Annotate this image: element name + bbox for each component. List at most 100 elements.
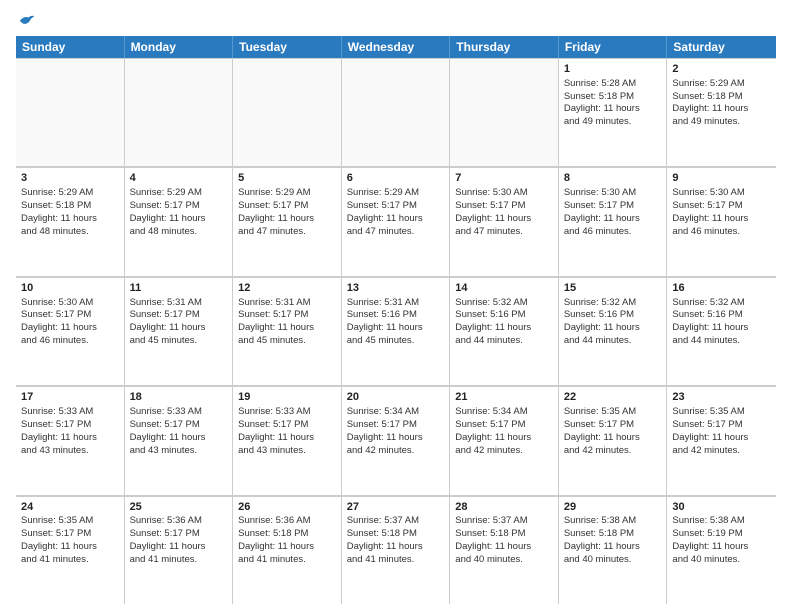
day-info: Sunrise: 5:31 AM Sunset: 5:17 PM Dayligh… — [238, 297, 336, 348]
day-info: Sunrise: 5:29 AM Sunset: 5:17 PM Dayligh… — [347, 187, 445, 238]
calendar-day-cell: 18Sunrise: 5:33 AM Sunset: 5:17 PM Dayli… — [125, 386, 234, 494]
calendar-day-cell: 8Sunrise: 5:30 AM Sunset: 5:17 PM Daylig… — [559, 167, 668, 275]
calendar-day-cell: 5Sunrise: 5:29 AM Sunset: 5:17 PM Daylig… — [233, 167, 342, 275]
day-info: Sunrise: 5:33 AM Sunset: 5:17 PM Dayligh… — [21, 406, 119, 457]
calendar-day-cell: 28Sunrise: 5:37 AM Sunset: 5:18 PM Dayli… — [450, 496, 559, 604]
calendar-day-cell: 23Sunrise: 5:35 AM Sunset: 5:17 PM Dayli… — [667, 386, 776, 494]
calendar-header-cell: Saturday — [667, 36, 776, 58]
calendar-day-cell: 11Sunrise: 5:31 AM Sunset: 5:17 PM Dayli… — [125, 277, 234, 385]
calendar-header-cell: Wednesday — [342, 36, 451, 58]
day-number: 27 — [347, 500, 445, 515]
logo — [16, 12, 36, 30]
day-number: 24 — [21, 500, 119, 515]
calendar-header-cell: Thursday — [450, 36, 559, 58]
day-number: 17 — [21, 390, 119, 405]
day-info: Sunrise: 5:32 AM Sunset: 5:16 PM Dayligh… — [455, 297, 553, 348]
calendar-day-cell — [342, 58, 451, 166]
day-number: 7 — [455, 171, 553, 186]
day-number: 1 — [564, 62, 662, 77]
day-info: Sunrise: 5:37 AM Sunset: 5:18 PM Dayligh… — [347, 515, 445, 566]
calendar-day-cell: 13Sunrise: 5:31 AM Sunset: 5:16 PM Dayli… — [342, 277, 451, 385]
calendar-body: 1Sunrise: 5:28 AM Sunset: 5:18 PM Daylig… — [16, 58, 776, 604]
day-info: Sunrise: 5:29 AM Sunset: 5:17 PM Dayligh… — [238, 187, 336, 238]
day-info: Sunrise: 5:32 AM Sunset: 5:16 PM Dayligh… — [564, 297, 662, 348]
day-info: Sunrise: 5:34 AM Sunset: 5:17 PM Dayligh… — [347, 406, 445, 457]
day-info: Sunrise: 5:35 AM Sunset: 5:17 PM Dayligh… — [564, 406, 662, 457]
day-info: Sunrise: 5:31 AM Sunset: 5:17 PM Dayligh… — [130, 297, 228, 348]
calendar-day-cell: 20Sunrise: 5:34 AM Sunset: 5:17 PM Dayli… — [342, 386, 451, 494]
calendar-day-cell: 17Sunrise: 5:33 AM Sunset: 5:17 PM Dayli… — [16, 386, 125, 494]
calendar-week-row: 17Sunrise: 5:33 AM Sunset: 5:17 PM Dayli… — [16, 386, 776, 495]
day-info: Sunrise: 5:29 AM Sunset: 5:17 PM Dayligh… — [130, 187, 228, 238]
day-info: Sunrise: 5:33 AM Sunset: 5:17 PM Dayligh… — [130, 406, 228, 457]
day-number: 15 — [564, 281, 662, 296]
day-number: 5 — [238, 171, 336, 186]
day-number: 23 — [672, 390, 771, 405]
day-info: Sunrise: 5:32 AM Sunset: 5:16 PM Dayligh… — [672, 297, 771, 348]
day-number: 13 — [347, 281, 445, 296]
day-number: 12 — [238, 281, 336, 296]
calendar-day-cell — [16, 58, 125, 166]
calendar-header-cell: Tuesday — [233, 36, 342, 58]
calendar-day-cell: 16Sunrise: 5:32 AM Sunset: 5:16 PM Dayli… — [667, 277, 776, 385]
day-number: 26 — [238, 500, 336, 515]
day-number: 19 — [238, 390, 336, 405]
day-number: 14 — [455, 281, 553, 296]
day-number: 30 — [672, 500, 771, 515]
calendar-day-cell — [233, 58, 342, 166]
calendar-day-cell — [125, 58, 234, 166]
calendar-header-cell: Monday — [125, 36, 234, 58]
day-info: Sunrise: 5:31 AM Sunset: 5:16 PM Dayligh… — [347, 297, 445, 348]
calendar-week-row: 3Sunrise: 5:29 AM Sunset: 5:18 PM Daylig… — [16, 167, 776, 276]
day-number: 28 — [455, 500, 553, 515]
day-info: Sunrise: 5:34 AM Sunset: 5:17 PM Dayligh… — [455, 406, 553, 457]
calendar-day-cell: 14Sunrise: 5:32 AM Sunset: 5:16 PM Dayli… — [450, 277, 559, 385]
calendar-week-row: 10Sunrise: 5:30 AM Sunset: 5:17 PM Dayli… — [16, 277, 776, 386]
day-number: 18 — [130, 390, 228, 405]
day-info: Sunrise: 5:30 AM Sunset: 5:17 PM Dayligh… — [455, 187, 553, 238]
day-number: 25 — [130, 500, 228, 515]
day-number: 29 — [564, 500, 662, 515]
calendar: SundayMondayTuesdayWednesdayThursdayFrid… — [16, 36, 776, 604]
day-info: Sunrise: 5:30 AM Sunset: 5:17 PM Dayligh… — [672, 187, 771, 238]
calendar-day-cell — [450, 58, 559, 166]
calendar-day-cell: 30Sunrise: 5:38 AM Sunset: 5:19 PM Dayli… — [667, 496, 776, 604]
calendar-day-cell: 29Sunrise: 5:38 AM Sunset: 5:18 PM Dayli… — [559, 496, 668, 604]
day-info: Sunrise: 5:29 AM Sunset: 5:18 PM Dayligh… — [672, 78, 771, 129]
calendar-day-cell: 27Sunrise: 5:37 AM Sunset: 5:18 PM Dayli… — [342, 496, 451, 604]
calendar-header: SundayMondayTuesdayWednesdayThursdayFrid… — [16, 36, 776, 58]
day-info: Sunrise: 5:35 AM Sunset: 5:17 PM Dayligh… — [672, 406, 771, 457]
calendar-day-cell: 3Sunrise: 5:29 AM Sunset: 5:18 PM Daylig… — [16, 167, 125, 275]
logo-text — [16, 12, 36, 30]
calendar-day-cell: 19Sunrise: 5:33 AM Sunset: 5:17 PM Dayli… — [233, 386, 342, 494]
calendar-day-cell: 7Sunrise: 5:30 AM Sunset: 5:17 PM Daylig… — [450, 167, 559, 275]
calendar-week-row: 24Sunrise: 5:35 AM Sunset: 5:17 PM Dayli… — [16, 496, 776, 604]
calendar-day-cell: 12Sunrise: 5:31 AM Sunset: 5:17 PM Dayli… — [233, 277, 342, 385]
header — [16, 12, 776, 30]
day-number: 8 — [564, 171, 662, 186]
day-info: Sunrise: 5:36 AM Sunset: 5:18 PM Dayligh… — [238, 515, 336, 566]
day-info: Sunrise: 5:30 AM Sunset: 5:17 PM Dayligh… — [21, 297, 119, 348]
day-number: 11 — [130, 281, 228, 296]
day-info: Sunrise: 5:36 AM Sunset: 5:17 PM Dayligh… — [130, 515, 228, 566]
day-number: 6 — [347, 171, 445, 186]
calendar-header-cell: Sunday — [16, 36, 125, 58]
day-number: 4 — [130, 171, 228, 186]
day-number: 2 — [672, 62, 771, 77]
calendar-day-cell: 25Sunrise: 5:36 AM Sunset: 5:17 PM Dayli… — [125, 496, 234, 604]
calendar-day-cell: 6Sunrise: 5:29 AM Sunset: 5:17 PM Daylig… — [342, 167, 451, 275]
day-info: Sunrise: 5:37 AM Sunset: 5:18 PM Dayligh… — [455, 515, 553, 566]
calendar-day-cell: 15Sunrise: 5:32 AM Sunset: 5:16 PM Dayli… — [559, 277, 668, 385]
calendar-day-cell: 24Sunrise: 5:35 AM Sunset: 5:17 PM Dayli… — [16, 496, 125, 604]
calendar-day-cell: 4Sunrise: 5:29 AM Sunset: 5:17 PM Daylig… — [125, 167, 234, 275]
day-number: 22 — [564, 390, 662, 405]
page: SundayMondayTuesdayWednesdayThursdayFrid… — [0, 0, 792, 612]
calendar-day-cell: 22Sunrise: 5:35 AM Sunset: 5:17 PM Dayli… — [559, 386, 668, 494]
logo-bird-icon — [18, 12, 36, 30]
calendar-day-cell: 10Sunrise: 5:30 AM Sunset: 5:17 PM Dayli… — [16, 277, 125, 385]
day-info: Sunrise: 5:38 AM Sunset: 5:18 PM Dayligh… — [564, 515, 662, 566]
day-info: Sunrise: 5:28 AM Sunset: 5:18 PM Dayligh… — [564, 78, 662, 129]
day-number: 9 — [672, 171, 771, 186]
day-info: Sunrise: 5:33 AM Sunset: 5:17 PM Dayligh… — [238, 406, 336, 457]
calendar-header-cell: Friday — [559, 36, 668, 58]
